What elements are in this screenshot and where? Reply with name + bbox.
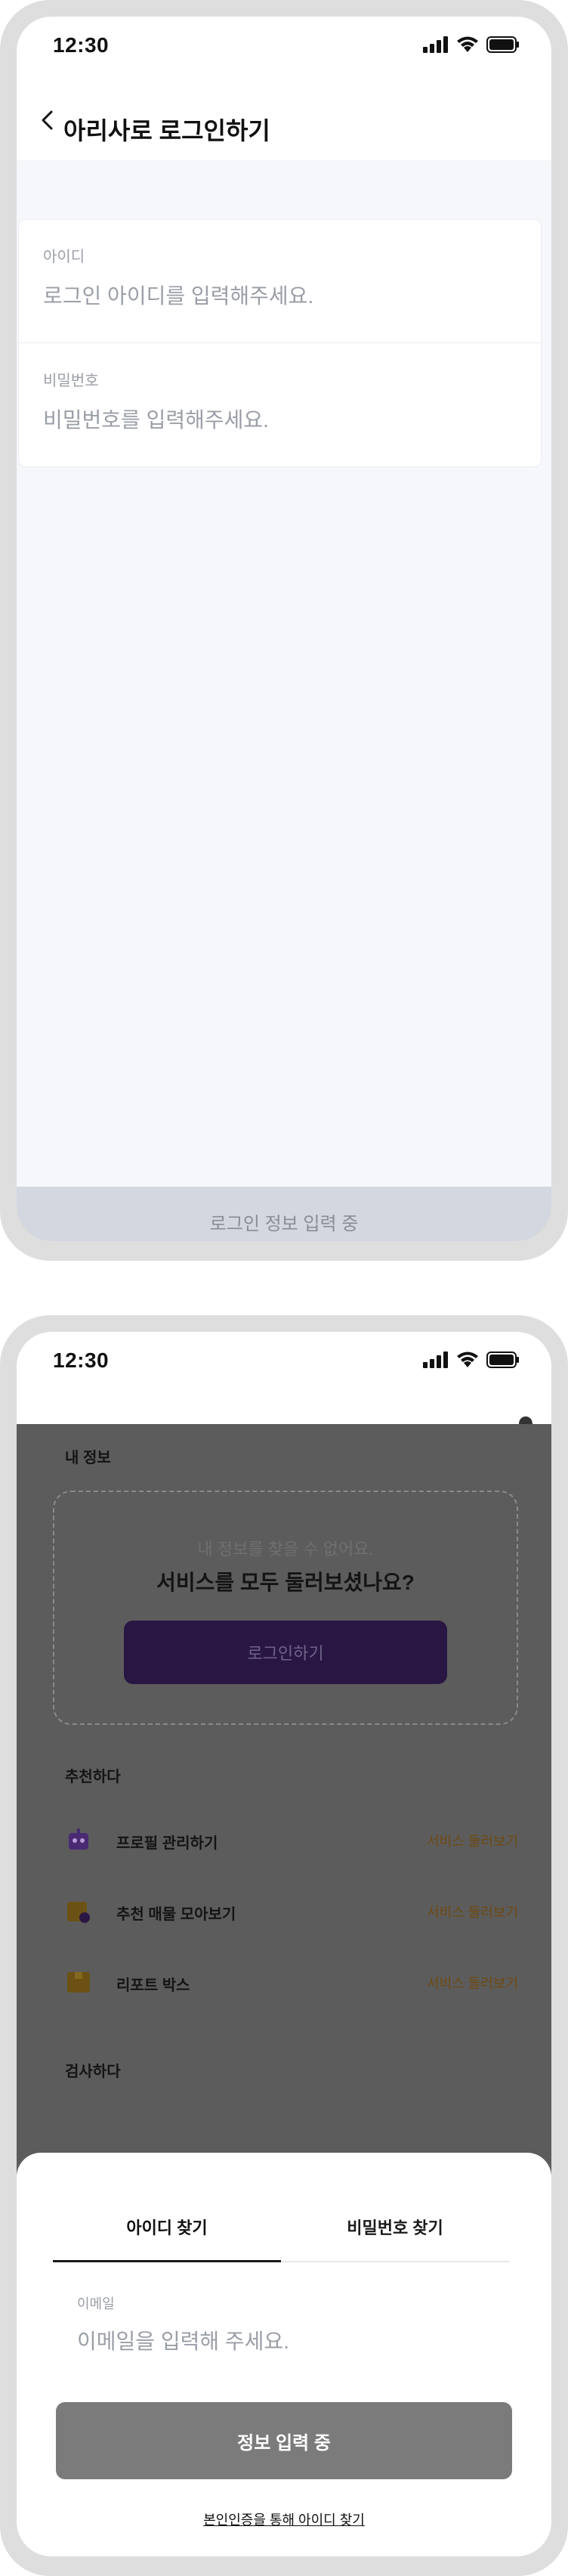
field-divider — [19, 342, 541, 343]
verify-identity-link[interactable]: 본인인증을 통해 아이디 찾기 — [17, 2509, 551, 2529]
email-label: 이메일 — [77, 2296, 115, 2311]
wifi-icon — [457, 1351, 478, 1367]
list-item[interactable]: 리포트 박스 서비스 둘러보기 — [65, 1965, 518, 1999]
status-time: 12:30 — [53, 1348, 110, 1372]
wifi-icon — [457, 36, 478, 52]
empty-info-title: 서비스를 모두 둘러보셨나요? — [156, 1571, 415, 1594]
password-field[interactable]: 비밀번호 비밀번호를 입력해주세요. — [43, 368, 269, 434]
empty-info-box: 내 정보를 찾을 수 없어요. 서비스를 모두 둘러보셨나요? 로그인하기 — [53, 1491, 518, 1725]
status-time: 12:30 — [53, 33, 110, 57]
id-input[interactable]: 로그인 아이디를 입력해주세요. — [43, 280, 313, 310]
recommend-title: 추천하다 — [65, 1769, 121, 1785]
my-info-title: 내 정보 — [65, 1450, 111, 1466]
phone-frame-login: 12:30 아리사로 로그인하기 아이디 로그인 아이디를 입력해주세요. 비밀… — [0, 0, 568, 1261]
id-field[interactable]: 아이디 로그인 아이디를 입력해주세요. — [43, 244, 313, 310]
status-bar: 12:30 — [17, 1332, 551, 1394]
status-bar: 12:30 — [17, 17, 551, 79]
mypage-screen: 12:30 내 정보 내 정보를 찾을 수 없어요. 서비스를 모두 둘러보셨나… — [17, 1332, 551, 2556]
login-screen: 12:30 아리사로 로그인하기 아이디 로그인 아이디를 입력해주세요. 비밀… — [17, 17, 551, 1241]
recommend-item-label: 프로필 관리하기 — [116, 1835, 218, 1852]
list-item[interactable]: 추천 매물 모아보기 서비스 둘러보기 — [65, 1894, 518, 1927]
search-section-title: 검사하다 — [65, 2064, 121, 2080]
submit-button[interactable]: 정보 입력 중 — [56, 2402, 512, 2479]
phone-frame-mypage: 12:30 내 정보 내 정보를 찾을 수 없어요. 서비스를 모두 둘러보셨나… — [0, 1315, 568, 2576]
id-label: 아이디 — [43, 249, 85, 265]
search-box-icon — [67, 1902, 90, 1923]
recommend-item-label: 추천 매물 모아보기 — [116, 1906, 236, 1923]
robot-icon — [69, 1828, 88, 1850]
recommend-item-link[interactable]: 서비스 둘러보기 — [427, 1973, 518, 1992]
empty-info-subtitle: 내 정보를 찾을 수 없어요. — [197, 1540, 374, 1559]
navigation-bar: 아리사로 로그인하기 — [17, 79, 551, 160]
dimmed-page-content: 내 정보 내 정보를 찾을 수 없어요. 서비스를 모두 둘러보셨나요? 로그인… — [17, 1424, 551, 2180]
page-title: 아리사로 로그인하기 — [63, 117, 270, 144]
password-label: 비밀번호 — [43, 373, 99, 389]
find-account-bottom-sheet: 아이디 찾기 비밀번호 찾기 이메일 이메일을 입력해 주세요. 정보 입력 중… — [17, 2153, 551, 2556]
battery-icon — [486, 36, 519, 53]
email-field[interactable]: 이메일을 입력해 주세요. — [77, 2325, 289, 2355]
recommend-item-link[interactable]: 서비스 둘러보기 — [427, 1831, 518, 1850]
box-icon — [67, 1972, 90, 1992]
password-input[interactable]: 비밀번호를 입력해주세요. — [43, 404, 269, 434]
tab-find-password[interactable]: 비밀번호 찾기 — [281, 2215, 509, 2262]
login-form-card: 아이디 로그인 아이디를 입력해주세요. 비밀번호 비밀번호를 입력해주세요. — [18, 219, 542, 467]
back-arrow-icon[interactable] — [36, 109, 59, 132]
status-icons — [423, 36, 520, 53]
recommend-item-label: 리포트 박스 — [116, 1977, 190, 1994]
signal-icon — [423, 36, 448, 53]
battery-icon — [486, 1351, 519, 1368]
login-submit-button[interactable]: 로그인 정보 입력 중 — [17, 1187, 551, 1241]
recommend-item-link[interactable]: 서비스 둘러보기 — [427, 1902, 518, 1921]
list-item[interactable]: 프로필 관리하기 서비스 둘러보기 — [65, 1823, 518, 1856]
status-icons — [423, 1351, 520, 1368]
login-button[interactable]: 로그인하기 — [124, 1621, 447, 1684]
tab-find-id[interactable]: 아이디 찾기 — [53, 2215, 281, 2262]
signal-icon — [423, 1351, 448, 1368]
